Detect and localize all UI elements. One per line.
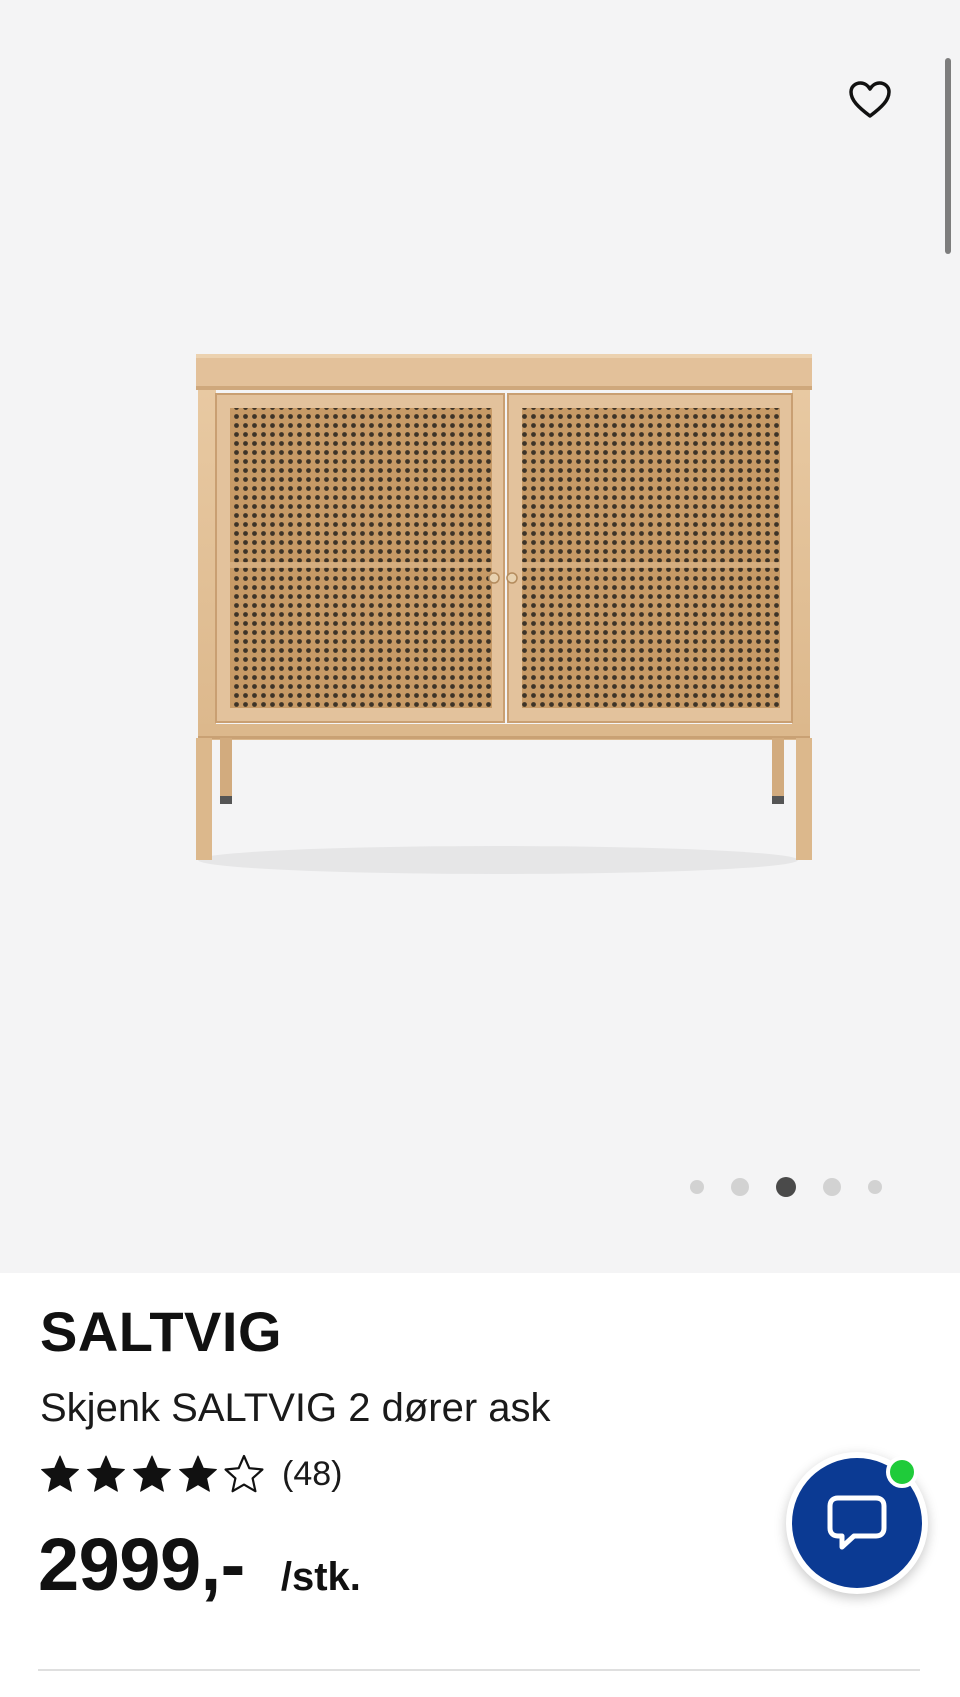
price-row: 2999,- /stk. — [38, 1525, 361, 1605]
heart-outline-icon — [849, 81, 891, 118]
scrollbar-thumb[interactable] — [945, 58, 951, 254]
rating-stars — [40, 1454, 270, 1494]
product-description[interactable]: Skjenk SALTVIG 2 dører ask — [40, 1384, 551, 1432]
image-pagination — [680, 1175, 882, 1199]
star-filled-icon — [179, 1455, 217, 1492]
product-image[interactable] — [160, 340, 840, 920]
product-rating[interactable]: (48) — [40, 1450, 342, 1498]
star-filled-icon — [87, 1455, 125, 1492]
star-empty-icon — [224, 1454, 264, 1493]
star-filled-icon — [41, 1455, 79, 1492]
pagination-dot[interactable] — [731, 1178, 749, 1196]
pagination-dot-active[interactable] — [776, 1177, 796, 1197]
pagination-dot[interactable] — [868, 1180, 882, 1194]
chat-bubble-icon — [827, 1495, 887, 1550]
product-page: SALTVIG Skjenk SALTVIG 2 dører ask (48) … — [0, 0, 960, 1697]
star-filled-icon — [133, 1455, 171, 1492]
pagination-dot[interactable] — [823, 1178, 841, 1196]
divider — [38, 1669, 920, 1671]
chat-button[interactable] — [786, 1452, 928, 1594]
product-price: 2999,- — [38, 1523, 245, 1606]
online-status-dot — [886, 1456, 918, 1488]
wishlist-button[interactable] — [840, 70, 900, 130]
product-brand: SALTVIG — [40, 1300, 283, 1363]
review-count[interactable]: (48) — [282, 1455, 342, 1494]
pagination-dot[interactable] — [690, 1180, 704, 1194]
price-unit: /stk. — [280, 1555, 361, 1599]
product-gallery[interactable] — [0, 0, 960, 1273]
